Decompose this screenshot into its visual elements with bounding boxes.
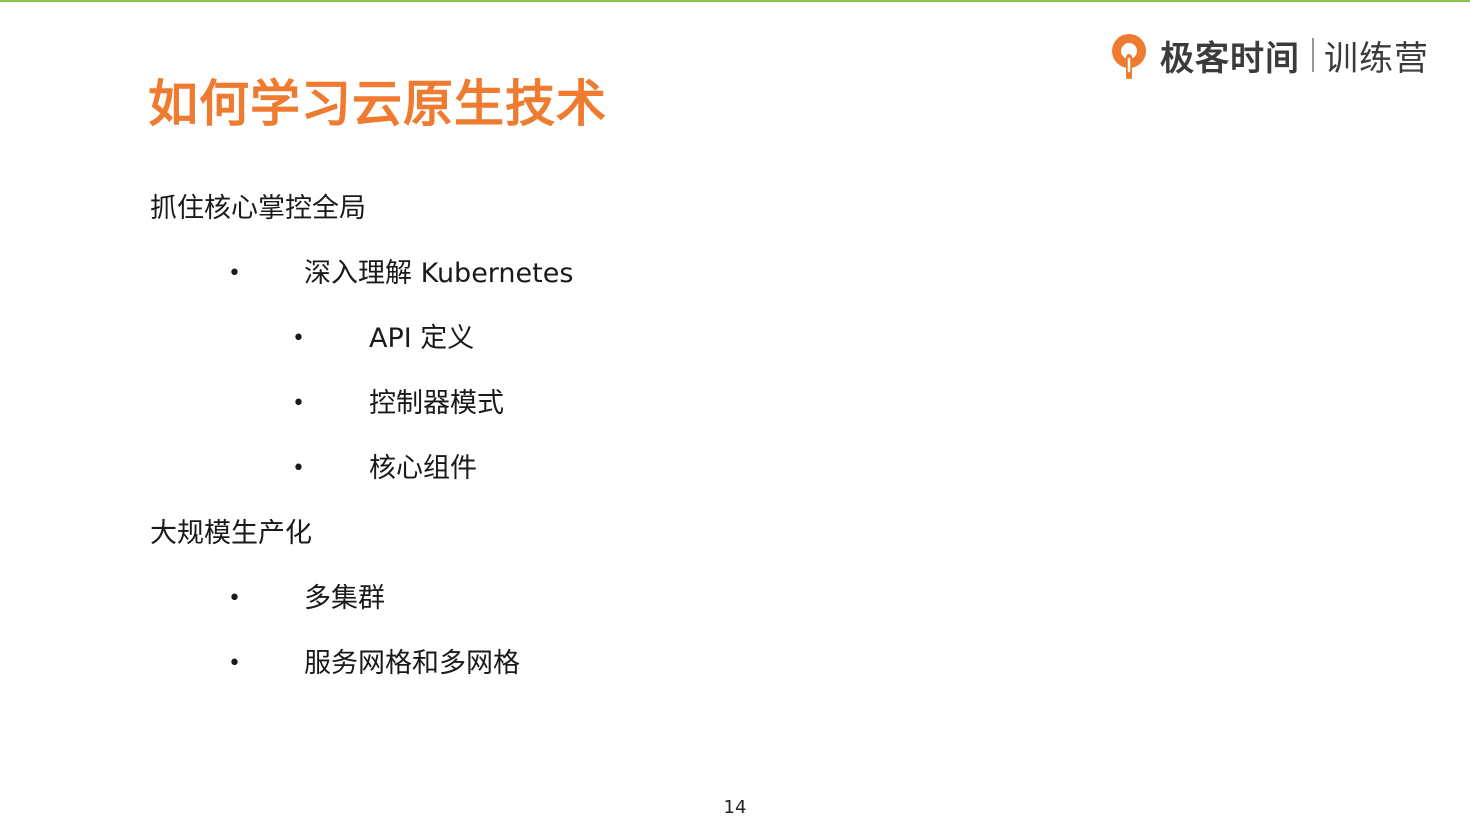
sub-bullet-marker: • — [292, 456, 305, 481]
bullet-marker: • — [228, 261, 241, 286]
list-item: 多集群 — [304, 583, 385, 614]
logo-divider — [1312, 38, 1314, 72]
logo-sub-text: 训练营 — [1324, 38, 1429, 79]
list-item: 深入理解 Kubernetes — [304, 258, 574, 289]
bullet-marker: • — [228, 586, 241, 611]
sub-bullet-marker: • — [292, 326, 305, 351]
slide-title: 如何学习云原生技术 — [148, 75, 607, 133]
sub-list-item: 核心组件 — [369, 453, 477, 484]
brand-logo: 极客时间 训练营 — [1108, 30, 1429, 80]
sub-bullet-marker: • — [292, 391, 305, 416]
section-heading: 抓住核心掌控全局 — [150, 193, 366, 224]
geektime-logo-icon — [1112, 34, 1146, 79]
slide: 如何学习云原生技术 极客时间 训练营 抓住核心掌控全局 • 深入理解 Kuber… — [0, 0, 1470, 827]
sub-list-item: 控制器模式 — [369, 388, 504, 419]
bullet-marker: • — [228, 651, 241, 676]
logo-brand-text: 极客时间 — [1160, 38, 1300, 79]
list-item: 服务网格和多网格 — [304, 648, 520, 679]
page-number: 14 — [723, 797, 747, 818]
section-heading: 大规模生产化 — [150, 518, 312, 549]
sub-list-item: API 定义 — [369, 323, 475, 354]
